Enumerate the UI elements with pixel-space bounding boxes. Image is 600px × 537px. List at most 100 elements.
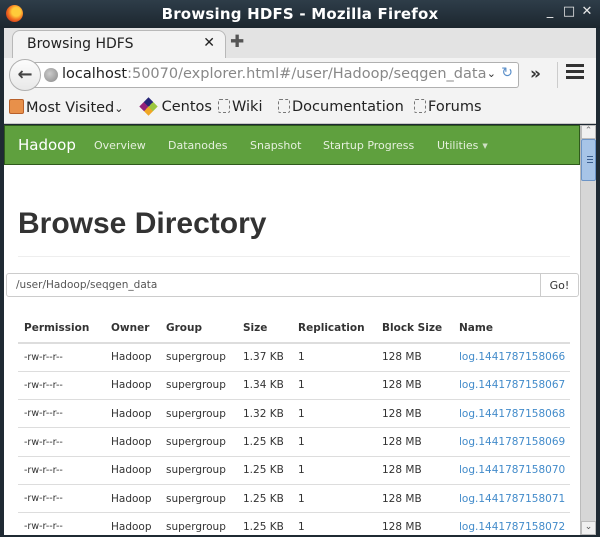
nav-datanodes[interactable]: Datanodes (168, 139, 227, 152)
table-row: -rw-r--r-- Hadoop supergroup 1.25 KB 1 128 MB… (18, 512, 570, 535)
table-header-row: Permission Owner Group Size Replication … (18, 313, 570, 344)
cell-replication: 1 (292, 512, 376, 535)
cell-permission: -rw-r--r-- (18, 484, 105, 514)
cell-group: supergroup (160, 399, 237, 429)
cell-name: log.1441787158069 (453, 427, 570, 457)
cell-name: log.1441787158067 (453, 371, 570, 401)
file-link[interactable]: log.1441787158072 (459, 521, 565, 533)
chevron-down-icon: ⌄ (114, 102, 124, 115)
cell-replication: 1 (292, 427, 376, 457)
title-bar: Browsing HDFS - Mozilla Firefox _ □ ✕ (0, 0, 600, 28)
cell-group: supergroup (160, 512, 237, 535)
file-link[interactable]: log.1441787158069 (459, 436, 565, 448)
vertical-scrollbar[interactable]: ⌃ ⌄ (580, 125, 596, 535)
cell-size: 1.25 KB (237, 512, 292, 535)
cell-block-size: 128 MB (376, 456, 453, 485)
file-link[interactable]: log.1441787158066 (459, 351, 565, 363)
minimize-button[interactable]: _ (542, 4, 558, 19)
cell-size: 1.34 KB (237, 371, 292, 401)
col-block-size[interactable]: Block Size (376, 313, 453, 344)
nav-snapshot[interactable]: Snapshot (250, 139, 301, 152)
directory-listing-table: Permission Owner Group Size Replication … (18, 313, 570, 535)
bookmark-documentation[interactable]: Documentation (278, 99, 404, 115)
bookmark-wiki[interactable]: Wiki (218, 99, 262, 115)
file-link[interactable]: log.1441787158070 (459, 464, 565, 476)
url-bar[interactable]: localhost:50070/explorer.html#/user/Hado… (34, 62, 519, 88)
cell-block-size: 128 MB (376, 484, 453, 514)
caret-down-icon: ▼ (482, 142, 488, 150)
close-window-button[interactable]: ✕ (579, 4, 595, 19)
bookmark-centos[interactable]: Centos (139, 97, 212, 116)
cell-name: log.1441787158070 (453, 456, 570, 485)
directory-path-input[interactable] (7, 274, 541, 296)
col-size[interactable]: Size (237, 313, 292, 344)
col-replication[interactable]: Replication (292, 313, 376, 344)
page-viewport: Hadoop Overview Datanodes Snapshot Start… (4, 125, 596, 535)
url-host: localhost (62, 66, 128, 82)
scroll-down-arrow-icon[interactable]: ⌄ (581, 521, 596, 535)
table-row: -rw-r--r-- Hadoop supergroup 1.34 KB 1 128 MB… (18, 371, 570, 401)
page-icon (278, 99, 290, 113)
cell-group: supergroup (160, 371, 237, 401)
cell-permission: -rw-r--r-- (18, 512, 105, 535)
cell-group: supergroup (160, 456, 237, 485)
file-link[interactable]: log.1441787158071 (459, 493, 565, 505)
cell-replication: 1 (292, 371, 376, 401)
url-text[interactable]: localhost:50070/explorer.html#/user/Hado… (62, 66, 486, 82)
cell-group: supergroup (160, 427, 237, 457)
col-name[interactable]: Name (453, 313, 570, 344)
cell-replication: 1 (292, 399, 376, 429)
cell-permission: -rw-r--r-- (18, 399, 105, 429)
cell-owner: Hadoop (105, 371, 160, 401)
cell-permission: -rw-r--r-- (18, 427, 105, 457)
cell-size: 1.25 KB (237, 484, 292, 514)
folder-icon (9, 99, 24, 114)
cell-permission: -rw-r--r-- (18, 371, 105, 401)
bookmark-forums[interactable]: Forums (414, 99, 482, 115)
hadoop-brand[interactable]: Hadoop (18, 136, 76, 154)
hadoop-navbar: Hadoop Overview Datanodes Snapshot Start… (4, 125, 580, 165)
bookmark-label: Wiki (232, 99, 263, 115)
table-row: -rw-r--r-- Hadoop supergroup 1.25 KB 1 128 MB… (18, 427, 570, 457)
col-permission[interactable]: Permission (18, 313, 105, 344)
table-row: -rw-r--r-- Hadoop supergroup 1.32 KB 1 128 MB… (18, 399, 570, 429)
cell-owner: Hadoop (105, 343, 160, 372)
close-tab-icon[interactable]: ✕ (203, 35, 215, 51)
cell-block-size: 128 MB (376, 371, 453, 401)
nav-startup-progress[interactable]: Startup Progress (323, 139, 414, 152)
col-group[interactable]: Group (160, 313, 237, 344)
page-icon (414, 99, 426, 113)
col-owner[interactable]: Owner (105, 313, 160, 344)
overflow-chevron-icon[interactable]: » (530, 64, 541, 84)
scrollbar-thumb[interactable] (581, 139, 596, 181)
scroll-up-arrow-icon[interactable]: ⌃ (581, 125, 596, 139)
page-icon (218, 99, 230, 113)
cell-permission: -rw-r--r-- (18, 456, 105, 485)
cell-block-size: 128 MB (376, 512, 453, 535)
cell-owner: Hadoop (105, 512, 160, 535)
new-tab-icon[interactable]: ✚ (230, 32, 244, 52)
tab-browsing-hdfs[interactable]: Browsing HDFS ✕ (12, 30, 226, 59)
nav-overview[interactable]: Overview (94, 139, 146, 152)
tab-title: Browsing HDFS (27, 36, 134, 52)
globe-icon (44, 68, 58, 82)
cell-owner: Hadoop (105, 399, 160, 429)
cell-group: supergroup (160, 484, 237, 514)
back-button[interactable]: ← (9, 59, 41, 91)
hamburger-menu-icon[interactable] (566, 64, 584, 82)
cell-replication: 1 (292, 484, 376, 514)
table-row: -rw-r--r-- Hadoop supergroup 1.25 KB 1 128 MB… (18, 484, 570, 514)
file-link[interactable]: log.1441787158068 (459, 408, 565, 420)
nav-utilities[interactable]: Utilities ▼ (437, 139, 488, 152)
cell-block-size: 128 MB (376, 427, 453, 457)
file-link[interactable]: log.1441787158067 (459, 379, 565, 391)
tab-strip: Browsing HDFS ✕ ✚ (4, 28, 596, 59)
window-title: Browsing HDFS - Mozilla Firefox (161, 5, 439, 23)
bookmark-most-visited[interactable]: Most Visited⌄ (9, 99, 123, 116)
bookmark-label: Most Visited (26, 100, 115, 116)
maximize-button[interactable]: □ (561, 4, 577, 19)
reload-icon[interactable]: ↻ (501, 65, 513, 81)
url-dropdown-icon[interactable]: ⌄ (487, 67, 496, 80)
bookmark-label: Documentation (292, 99, 404, 115)
go-button[interactable]: Go! (540, 274, 578, 296)
